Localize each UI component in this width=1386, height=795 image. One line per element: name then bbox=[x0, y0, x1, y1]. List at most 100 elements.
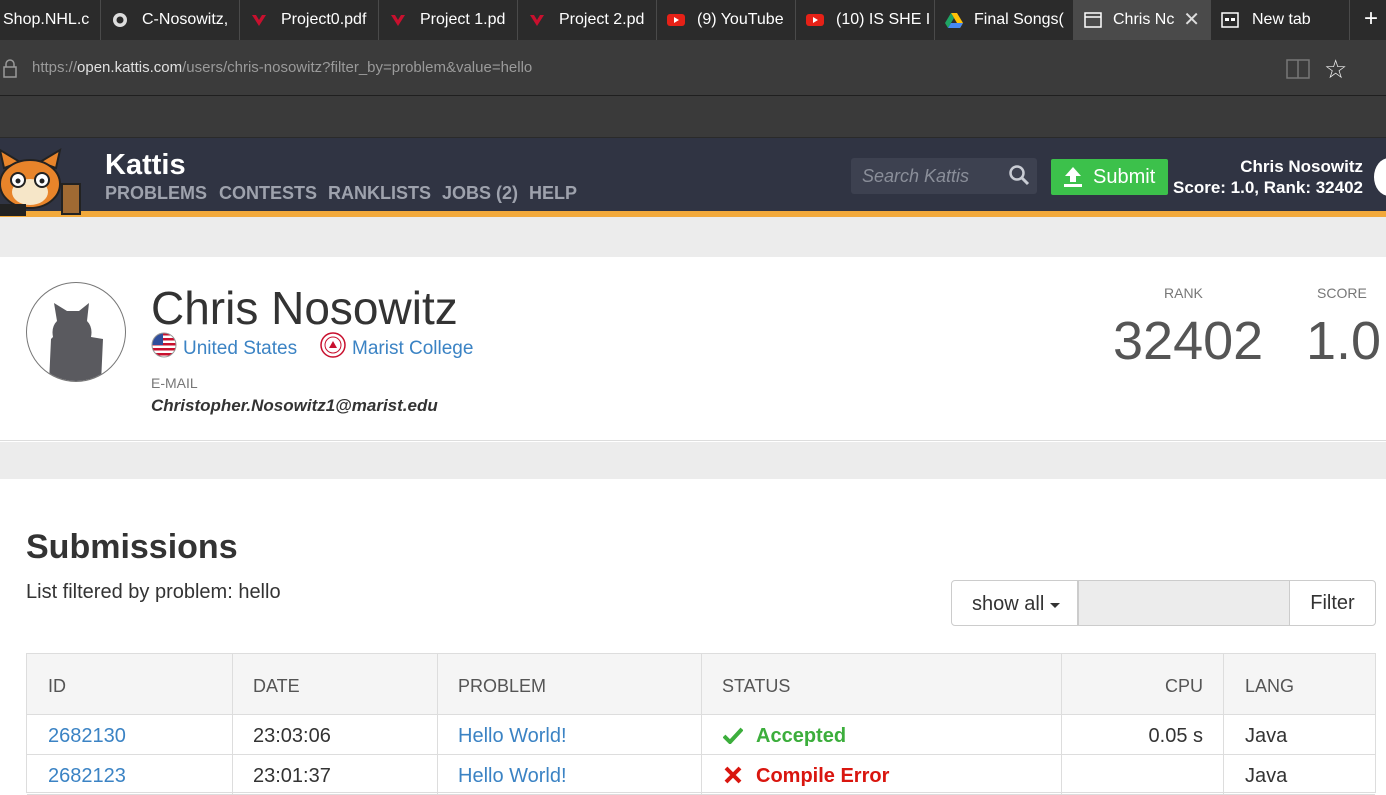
submissions-heading: Submissions bbox=[26, 528, 238, 566]
github-icon bbox=[113, 13, 127, 27]
browser-tab[interactable]: (9) YouTube bbox=[657, 0, 796, 40]
show-all-label: show all bbox=[972, 593, 1045, 615]
check-icon bbox=[723, 727, 743, 744]
submissions-table: ID DATE PROBLEM STATUS CPU LANG 2682130 … bbox=[26, 653, 1376, 795]
url-scheme: https:// bbox=[32, 59, 78, 76]
reading-view-icon[interactable] bbox=[1286, 58, 1310, 80]
url-field[interactable]: https://open.kattis.com/users/chris-noso… bbox=[32, 59, 532, 76]
column-header-problem: PROBLEM bbox=[458, 676, 547, 696]
submission-id-link[interactable]: 2682123 bbox=[48, 765, 126, 788]
column-divider bbox=[437, 654, 438, 794]
tab-label: Final Songs( bbox=[974, 11, 1064, 28]
section-divider bbox=[0, 442, 1386, 479]
browser-tab[interactable]: (10) IS SHE I bbox=[796, 0, 935, 40]
section-divider bbox=[0, 217, 1386, 257]
tab-label: Chris Nc bbox=[1113, 11, 1175, 28]
marist-icon bbox=[391, 15, 405, 26]
column-header-cpu: CPU bbox=[1164, 676, 1203, 696]
submission-status: Compile Error bbox=[756, 765, 890, 787]
tab-label: (9) YouTube bbox=[697, 11, 784, 28]
browser-tab[interactable]: Project 2.pd bbox=[518, 0, 657, 40]
nav-ranklists[interactable]: RANKLISTS bbox=[328, 183, 431, 204]
nav-jobs[interactable]: JOBS (2) bbox=[442, 183, 518, 204]
tab-label: Project 2.pd bbox=[559, 11, 645, 28]
nav-problems[interactable]: PROBLEMS bbox=[105, 183, 207, 204]
new-tab-button[interactable]: + bbox=[1356, 0, 1386, 40]
tab-label: C-Nosowitz, bbox=[142, 11, 229, 28]
submission-lang: Java bbox=[1245, 765, 1288, 787]
tab-label: Shop.NHL.c bbox=[3, 11, 90, 28]
filter-input[interactable] bbox=[1078, 580, 1290, 626]
browser-tab-active[interactable]: Chris Nc ✕ bbox=[1074, 0, 1211, 40]
score-value: 1.0 bbox=[1306, 311, 1382, 371]
browser-tab[interactable]: New tab bbox=[1211, 0, 1350, 40]
address-bar: https://open.kattis.com/users/chris-noso… bbox=[0, 40, 1386, 96]
tab-label: Project 1.pd bbox=[420, 11, 506, 28]
url-path: /users/chris-nosowitz?filter_by=problem&… bbox=[182, 59, 533, 76]
filter-button[interactable]: Filter bbox=[1289, 580, 1376, 626]
submission-status: Accepted bbox=[756, 725, 847, 747]
browser-tab[interactable]: Shop.NHL.c bbox=[0, 0, 101, 40]
avatar bbox=[26, 282, 126, 382]
submission-lang: Java bbox=[1245, 725, 1288, 747]
submit-label: Submit bbox=[1093, 166, 1156, 188]
rank-value: 32402 bbox=[1113, 311, 1264, 371]
search-placeholder: Search Kattis bbox=[862, 166, 970, 186]
upload-icon bbox=[1064, 167, 1082, 187]
site-brand[interactable]: Kattis bbox=[105, 149, 186, 182]
submission-cpu: 0.05 s bbox=[1148, 725, 1203, 747]
column-divider bbox=[701, 654, 702, 794]
tab-label: New tab bbox=[1252, 11, 1311, 28]
score-label: SCORE bbox=[1317, 285, 1367, 301]
marist-icon bbox=[252, 15, 266, 26]
column-header-date: DATE bbox=[253, 676, 300, 696]
rank-label: RANK bbox=[1164, 285, 1203, 301]
show-all-dropdown[interactable]: show all bbox=[951, 580, 1078, 626]
email-label: E-MAIL bbox=[151, 375, 198, 391]
profile-school-link[interactable]: Marist College bbox=[352, 338, 473, 360]
column-header-status: STATUS bbox=[722, 676, 791, 696]
column-divider bbox=[232, 654, 233, 794]
user-score-rank: Score: 1.0, Rank: 32402 bbox=[1173, 178, 1363, 197]
profile-country-link[interactable]: United States bbox=[183, 338, 297, 360]
column-divider bbox=[1061, 654, 1062, 794]
site-header bbox=[0, 138, 1386, 214]
submit-button[interactable]: Submit bbox=[1051, 159, 1168, 195]
page-icon bbox=[1084, 12, 1102, 28]
submission-id-link[interactable]: 2682130 bbox=[48, 725, 126, 748]
tab-label: (10) IS SHE I bbox=[836, 11, 931, 28]
submissions-filter-text: List filtered by problem: hello bbox=[26, 581, 281, 603]
submission-date: 23:03:06 bbox=[253, 725, 331, 747]
close-tab-icon[interactable]: ✕ bbox=[1183, 0, 1200, 40]
browser-tab-strip: Shop.NHL.c C-Nosowitz, Project0.pdf Proj… bbox=[0, 0, 1386, 40]
browser-tab[interactable]: Project 1.pd bbox=[379, 0, 518, 40]
nav-contests[interactable]: CONTESTS bbox=[219, 183, 317, 204]
marist-icon bbox=[530, 15, 544, 26]
youtube-icon bbox=[806, 14, 824, 26]
favorites-bar bbox=[0, 96, 1386, 138]
marist-seal-icon bbox=[320, 332, 346, 358]
us-flag-icon bbox=[151, 332, 177, 358]
browser-tab[interactable]: Final Songs( bbox=[935, 0, 1074, 40]
google-drive-icon bbox=[945, 13, 963, 28]
search-icon[interactable] bbox=[1008, 164, 1030, 186]
youtube-icon bbox=[667, 14, 685, 26]
cross-icon bbox=[724, 766, 742, 784]
kattis-logo-icon[interactable] bbox=[0, 146, 92, 216]
caret-down-icon bbox=[1050, 603, 1060, 608]
favorite-star-icon[interactable]: ☆ bbox=[1324, 54, 1347, 85]
profile-email: Christopher.Nosowitz1@marist.edu bbox=[151, 396, 438, 415]
profile-name: Chris Nosowitz bbox=[151, 282, 458, 334]
browser-tab[interactable]: C-Nosowitz, bbox=[101, 0, 240, 40]
submission-date: 23:01:37 bbox=[253, 765, 331, 787]
submission-problem-link[interactable]: Hello World! bbox=[458, 725, 567, 748]
user-name[interactable]: Chris Nosowitz bbox=[1240, 157, 1363, 177]
newtab-icon bbox=[1221, 12, 1239, 28]
browser-tab[interactable]: Project0.pdf bbox=[240, 0, 379, 40]
submission-problem-link[interactable]: Hello World! bbox=[458, 765, 567, 788]
column-header-lang: LANG bbox=[1245, 676, 1295, 696]
default-avatar-silhouette-icon bbox=[49, 303, 103, 381]
url-host: open.kattis.com bbox=[77, 59, 183, 76]
lock-icon bbox=[3, 59, 17, 78]
nav-help[interactable]: HELP bbox=[529, 183, 577, 204]
